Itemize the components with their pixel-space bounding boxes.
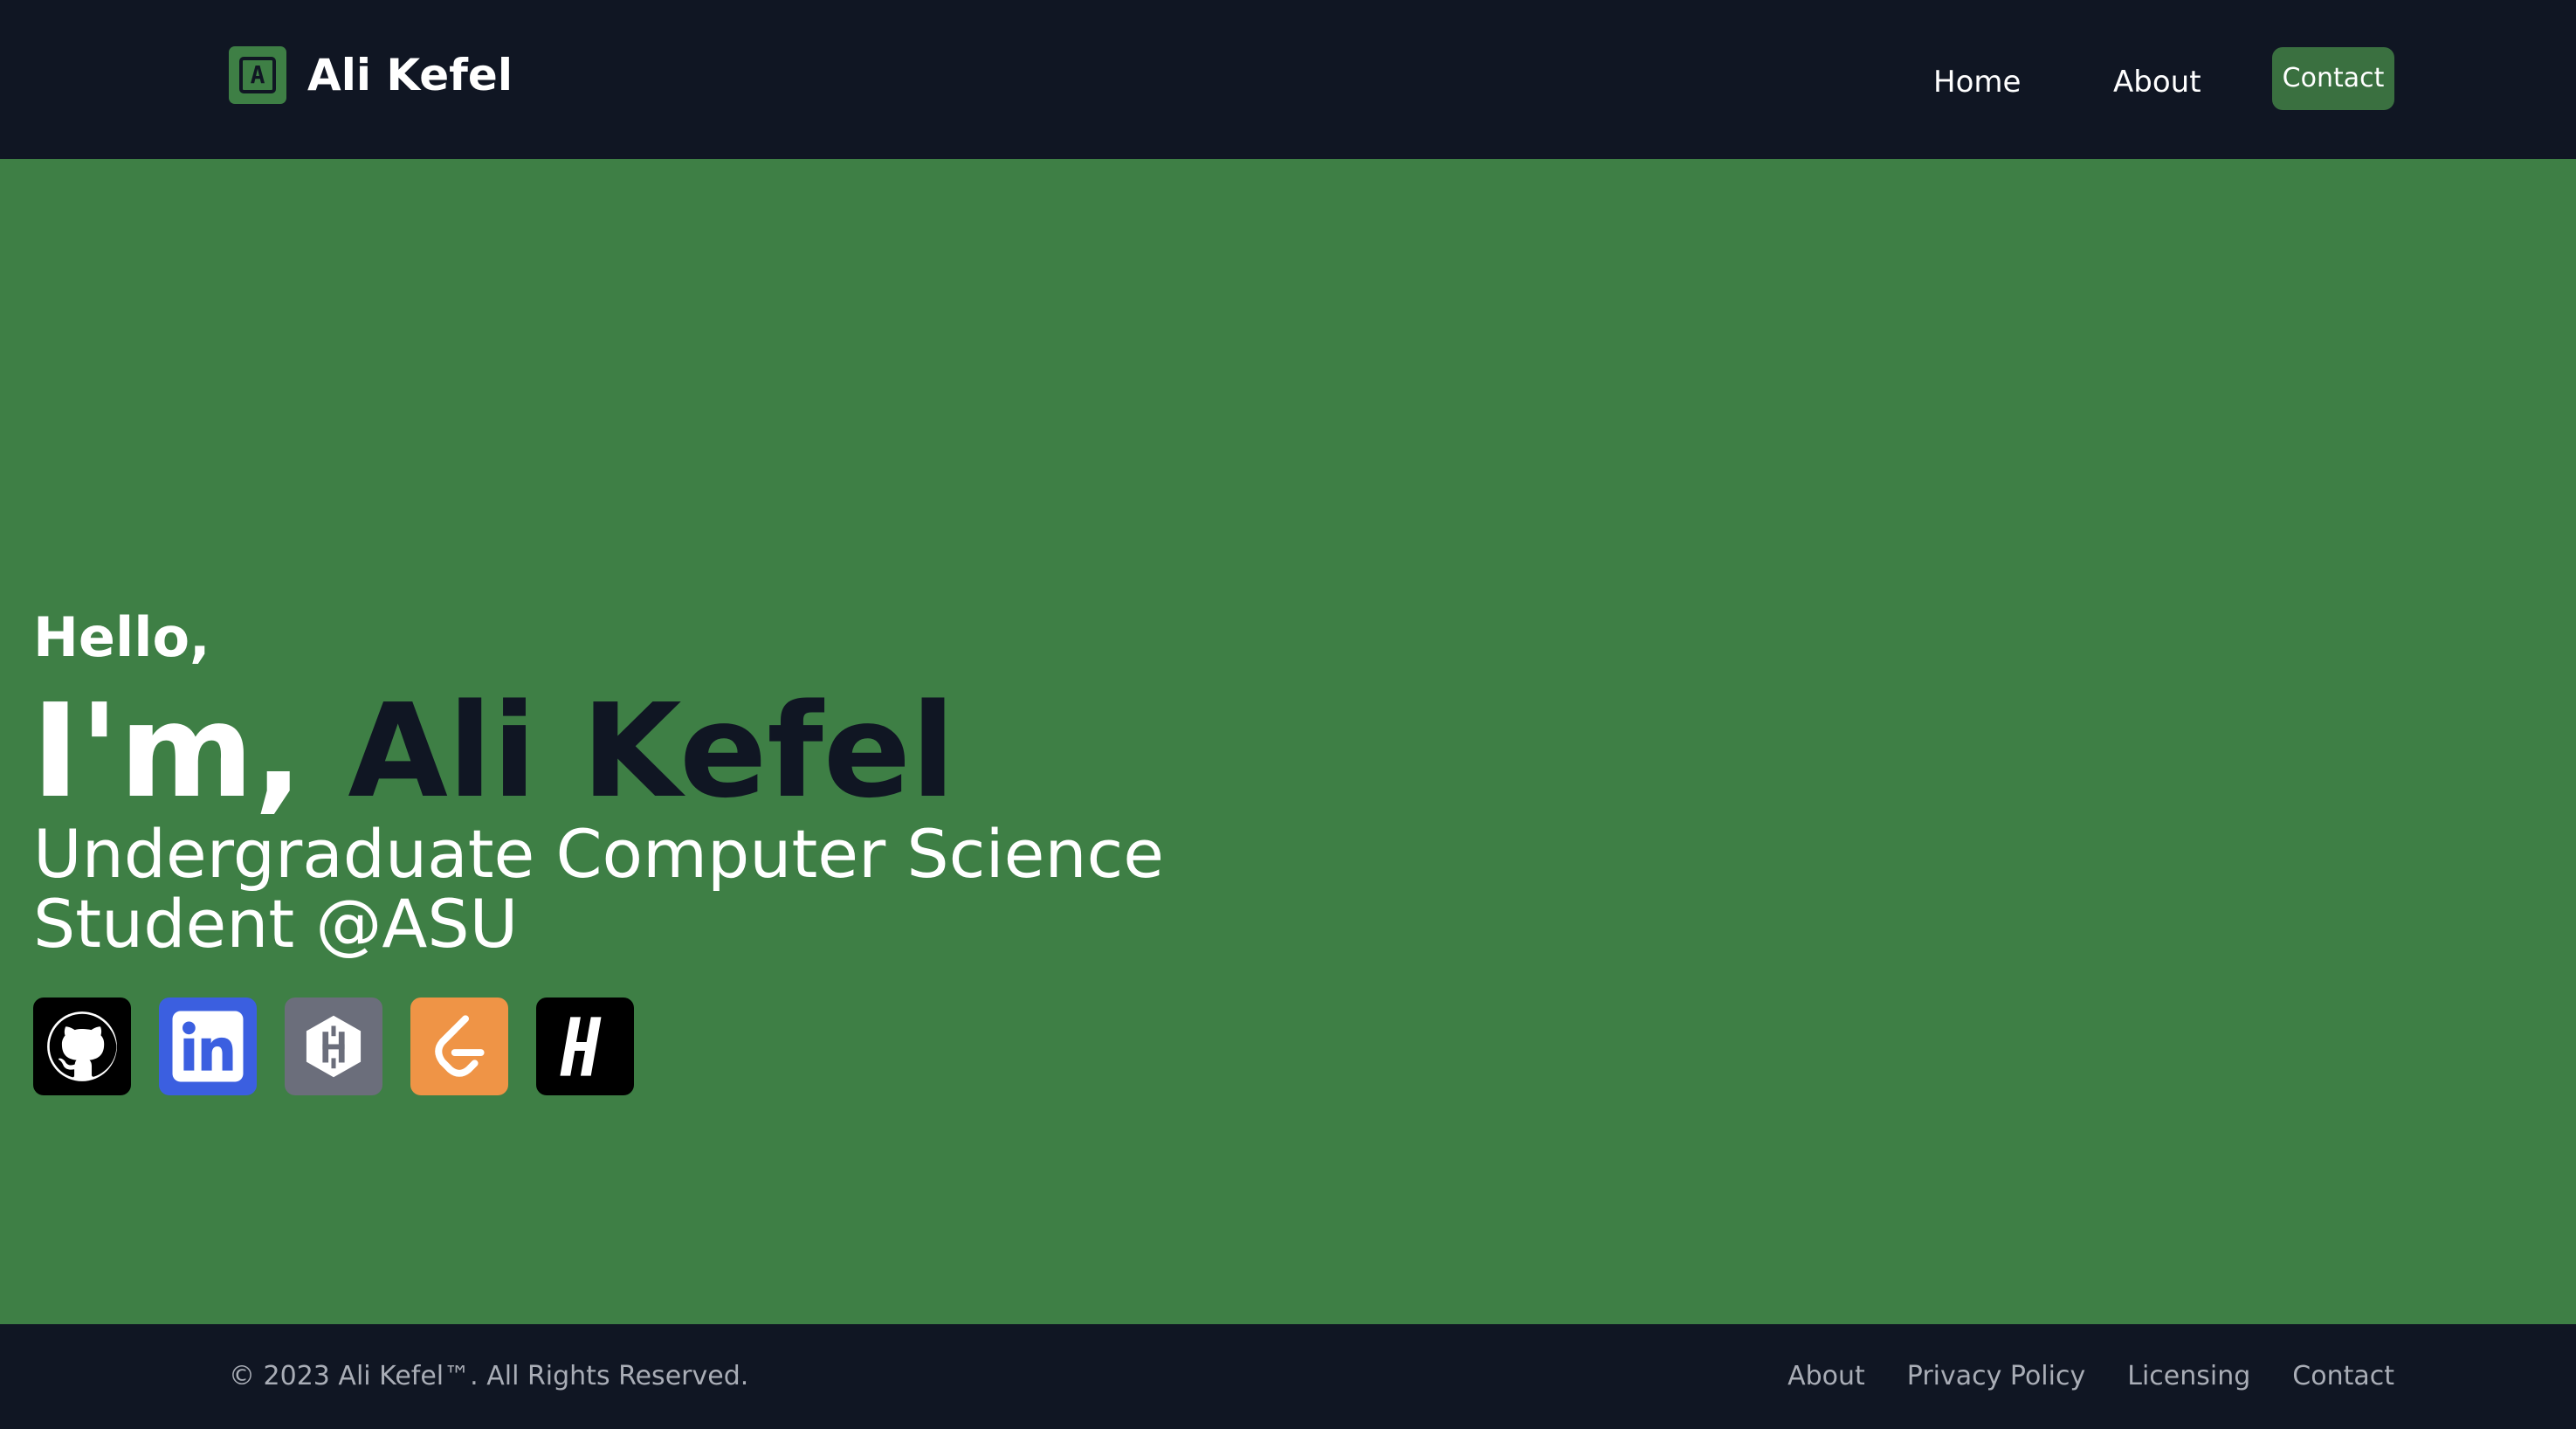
linkedin-link[interactable] — [159, 998, 257, 1095]
leetcode-link[interactable] — [410, 998, 508, 1095]
nav-contact-button[interactable]: Contact — [2272, 47, 2394, 110]
intro-prefix: I'm, — [31, 676, 303, 826]
brand-name: Ali Kefel — [307, 50, 513, 100]
hashnode-icon — [306, 1015, 362, 1078]
footer-privacy-link[interactable]: Privacy Policy — [1907, 1342, 2085, 1412]
hackerrank-icon — [560, 1017, 602, 1076]
site-header: A Ali Kefel Home About Contact — [0, 0, 2576, 159]
site-footer: © 2023 Ali Kefel™. All Rights Reserved. … — [0, 1324, 2576, 1429]
brand-logo-letter: A — [239, 57, 276, 93]
hero-subtitle: Undergraduate Computer Science Student @… — [33, 815, 1165, 963]
hashnode-link[interactable] — [285, 998, 382, 1095]
brand-link[interactable]: A Ali Kefel — [229, 46, 513, 104]
hero-headline: I'm, Ali Kefel — [31, 680, 955, 823]
github-icon — [47, 1011, 117, 1081]
footer-about-link[interactable]: About — [1787, 1342, 1865, 1412]
copyright-text: © 2023 Ali Kefel™. All Rights Reserved. — [229, 1361, 749, 1391]
brand-logo-icon: A — [229, 46, 286, 104]
github-link[interactable] — [33, 998, 131, 1095]
footer-nav: About Privacy Policy Licensing Contact — [1787, 1342, 2394, 1412]
linkedin-icon — [172, 1011, 244, 1082]
nav-home-link[interactable]: Home — [1933, 59, 2021, 105]
hackerrank-link[interactable] — [536, 998, 634, 1095]
footer-contact-link[interactable]: Contact — [2292, 1342, 2394, 1412]
leetcode-icon — [435, 1015, 485, 1077]
hero-name: Ali Kefel — [348, 676, 955, 826]
footer-licensing-link[interactable]: Licensing — [2127, 1342, 2250, 1412]
nav-about-link[interactable]: About — [2113, 59, 2201, 105]
greeting-text: Hello, — [33, 605, 210, 669]
social-links — [33, 998, 634, 1095]
